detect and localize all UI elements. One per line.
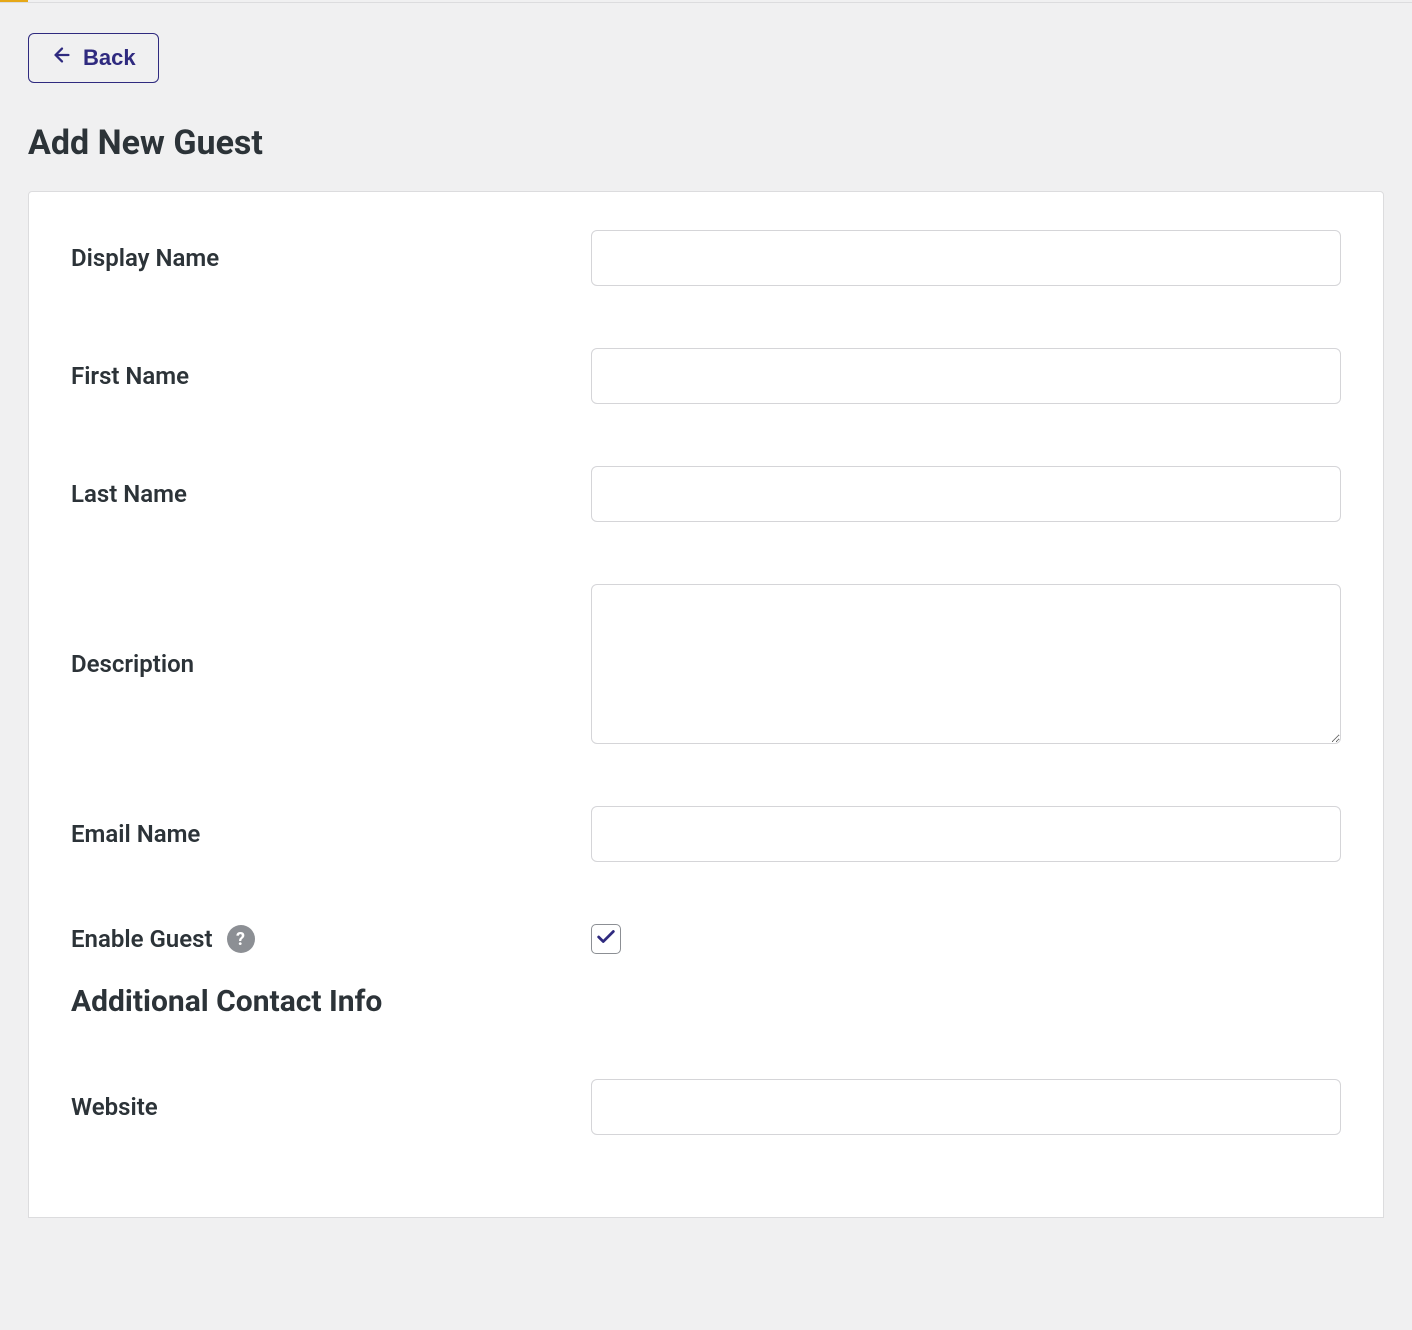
back-button-label: Back	[83, 45, 136, 71]
help-icon[interactable]: ?	[227, 925, 255, 953]
display-name-input[interactable]	[591, 230, 1341, 286]
page-title: Add New Guest	[28, 123, 1384, 163]
back-button[interactable]: Back	[28, 33, 159, 83]
arrow-left-icon	[51, 44, 73, 72]
form-card: Display Name First Name Last Name Descri…	[28, 191, 1384, 1218]
website-input[interactable]	[591, 1079, 1341, 1135]
field-display-name: Display Name	[71, 230, 1341, 286]
enable-guest-checkbox[interactable]	[591, 924, 621, 954]
field-email-name: Email Name	[71, 806, 1341, 862]
field-first-name: First Name	[71, 348, 1341, 404]
last-name-label: Last Name	[71, 480, 591, 508]
display-name-label: Display Name	[71, 244, 591, 272]
first-name-label: First Name	[71, 362, 591, 390]
email-name-label: Email Name	[71, 820, 591, 848]
section-title: Additional Contact Info	[71, 984, 1341, 1019]
description-label: Description	[71, 650, 591, 678]
email-name-input[interactable]	[591, 806, 1341, 862]
page-header: Back Add New Guest	[0, 3, 1412, 191]
enable-guest-label: Enable Guest ?	[71, 925, 591, 953]
field-description: Description	[71, 584, 1341, 744]
website-label: Website	[71, 1093, 591, 1121]
field-website: Website	[71, 1079, 1341, 1135]
check-icon	[595, 926, 617, 952]
first-name-input[interactable]	[591, 348, 1341, 404]
enable-guest-label-text: Enable Guest	[71, 925, 213, 953]
field-enable-guest: Enable Guest ?	[71, 924, 1341, 954]
field-last-name: Last Name	[71, 466, 1341, 522]
description-textarea[interactable]	[591, 584, 1341, 744]
last-name-input[interactable]	[591, 466, 1341, 522]
